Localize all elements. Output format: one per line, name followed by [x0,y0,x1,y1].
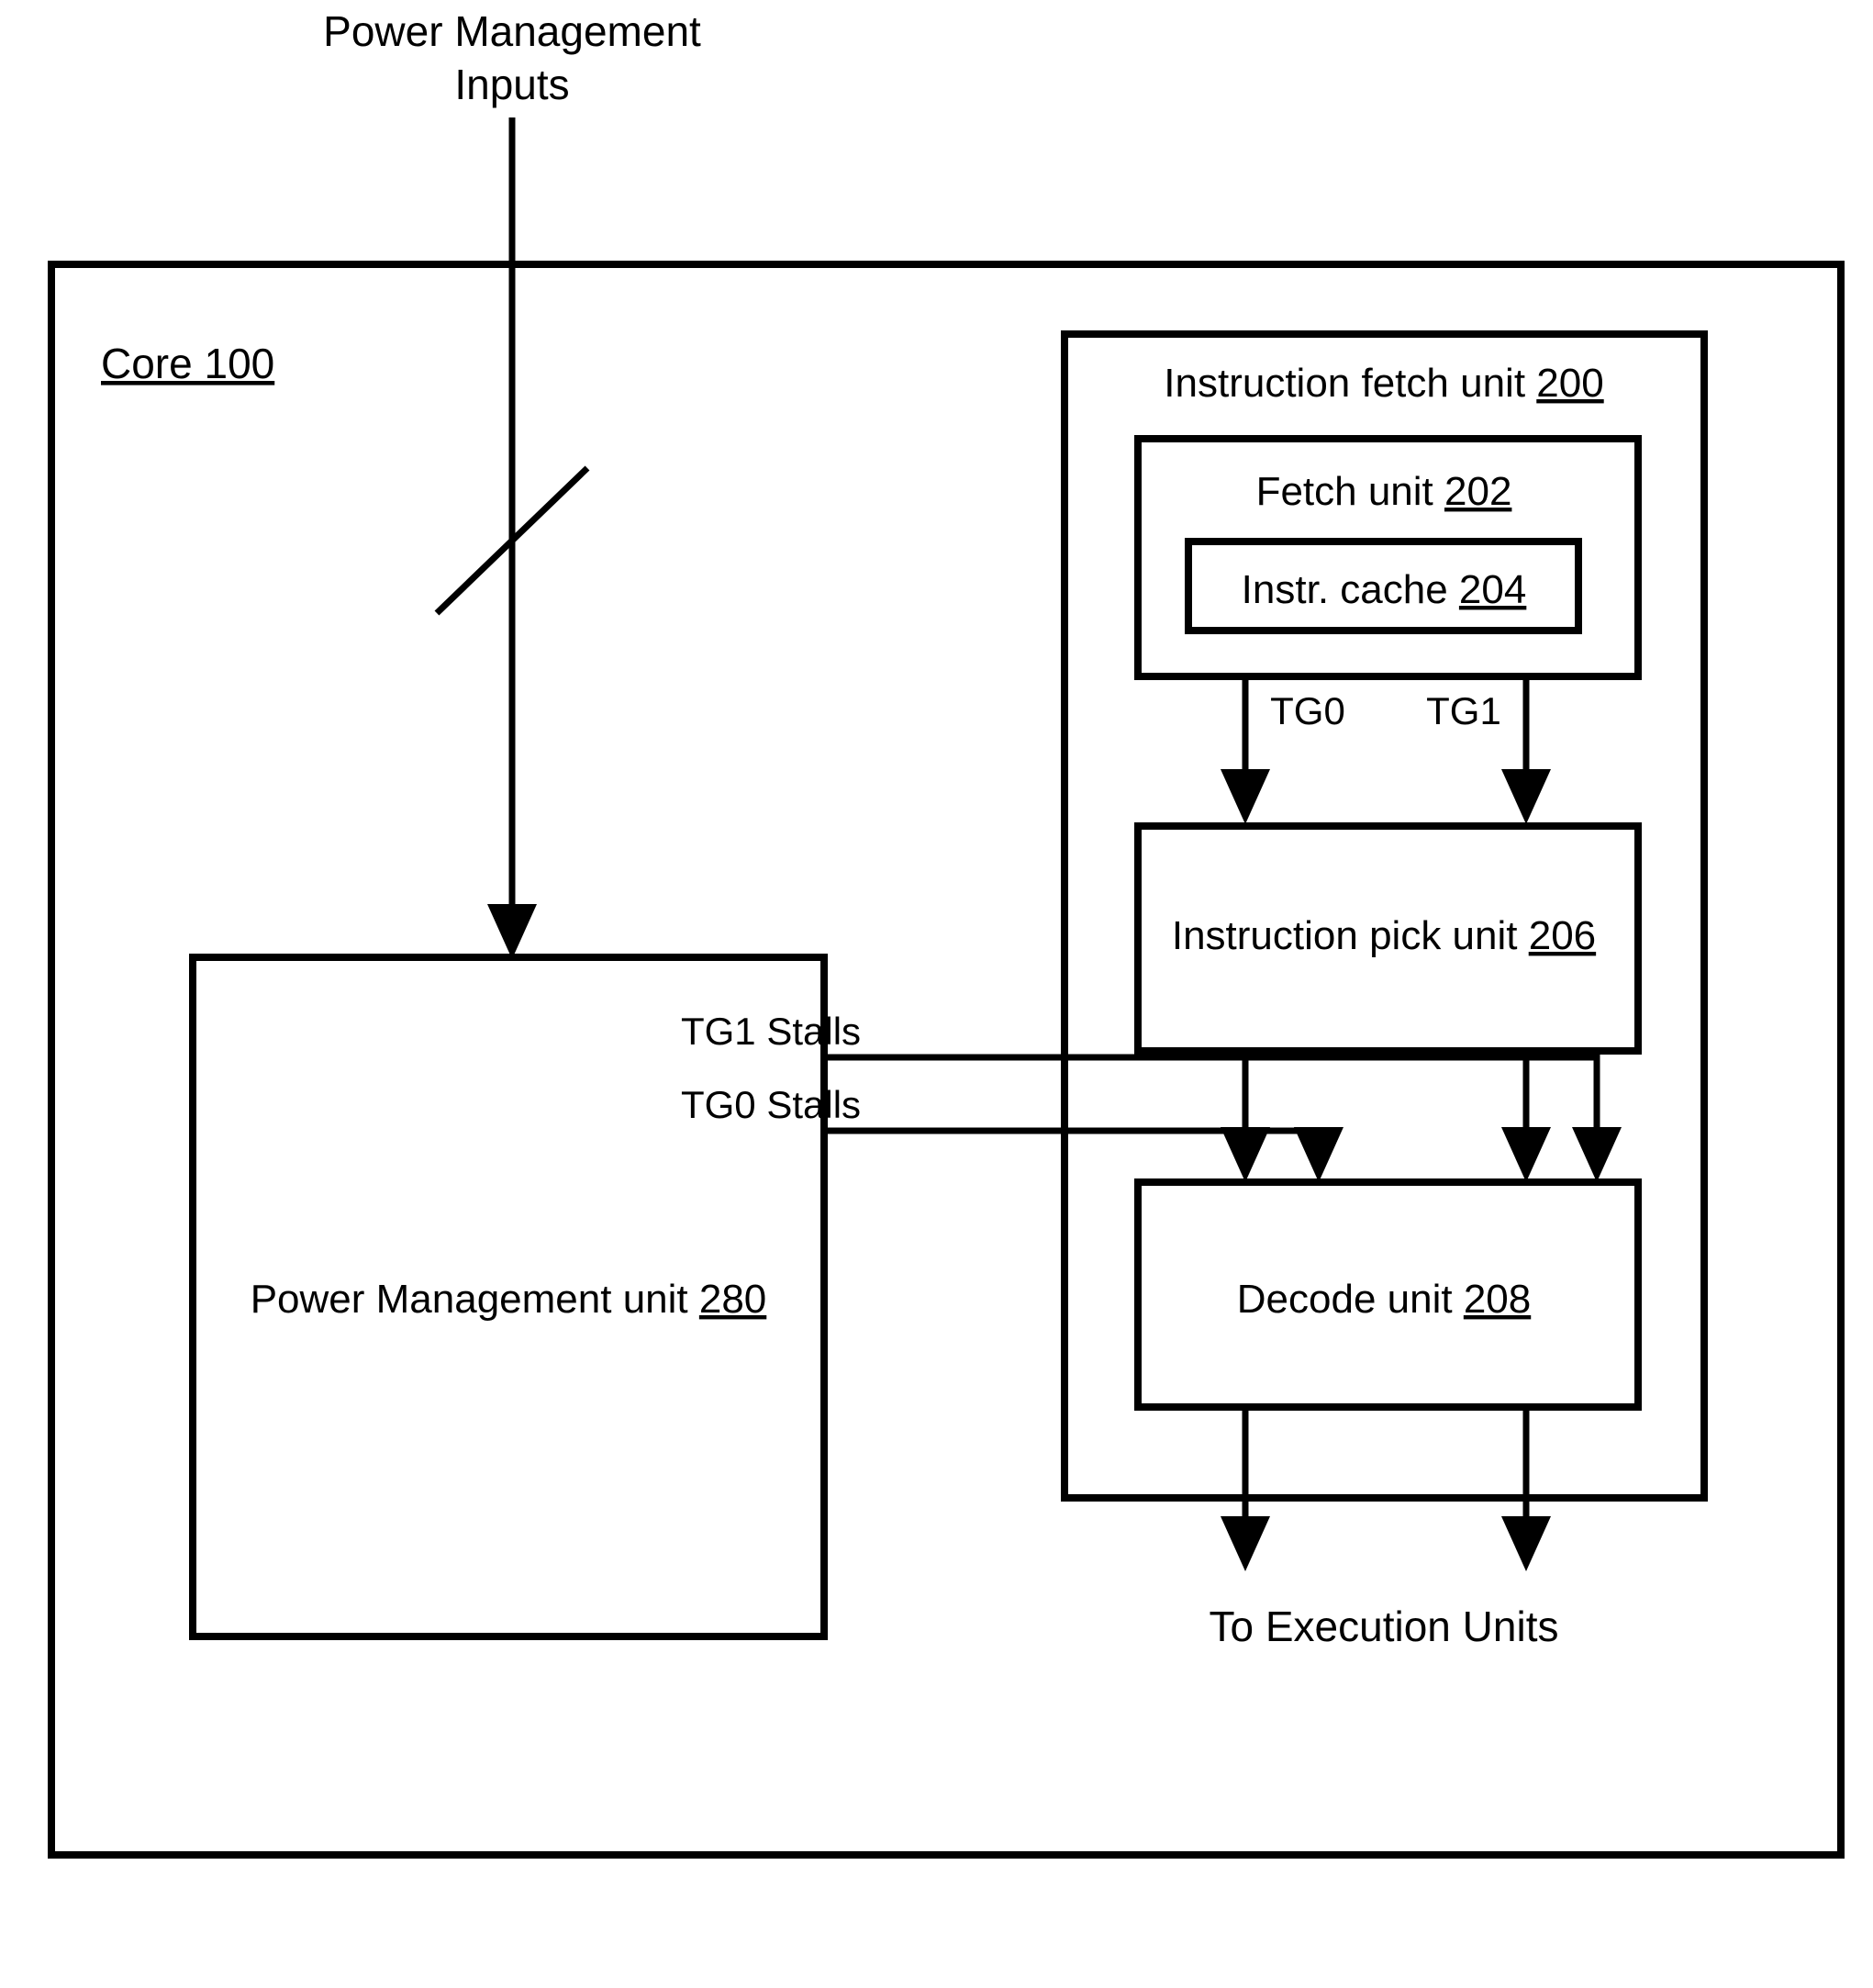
tg0-label: TG0 [1270,689,1345,732]
tg1-stalls-wire [824,1054,1622,1182]
instruction-pick-unit-ref: 206 [1529,913,1596,958]
tg1-arrowhead [1501,769,1551,824]
power-management-inputs-label-line2: Inputs [454,61,569,108]
tg1-stalls-label: TG1 Stalls [681,1010,861,1053]
fetch-unit-label: Fetch unit 202 [1256,469,1512,514]
instr-cache-label: Instr. cache 204 [1242,567,1527,612]
decode-unit-ref: 208 [1464,1277,1531,1322]
tg1-stalls-arrowhead [1572,1127,1622,1182]
instruction-fetch-unit-label: Instruction fetch unit 200 [1164,361,1603,406]
instruction-fetch-unit-label-prefix: Instruction fetch unit [1164,361,1536,406]
instruction-pick-unit-label: Instruction pick unit 206 [1172,913,1596,958]
decode-output-wire-right [1501,1407,1551,1571]
decode-output-right-arrowhead [1501,1516,1551,1571]
fetch-unit-ref: 202 [1444,469,1511,514]
power-management-inputs-label-line1: Power Management [323,7,701,55]
tg0-stalls-arrowhead [1294,1127,1343,1182]
power-management-unit-label-prefix: Power Management unit [251,1277,699,1322]
tg0-arrowhead [1221,769,1270,824]
power-management-unit-ref: 280 [699,1277,766,1322]
block-diagram: Power Management Inputs Core 100 Instruc… [48,7,1845,1859]
fetch-unit-label-prefix: Fetch unit [1256,469,1444,514]
to-execution-units-label: To Execution Units [1210,1603,1559,1650]
decode-unit-label: Decode unit 208 [1237,1277,1531,1322]
pick-to-decode-right-arrowhead [1501,1127,1551,1182]
core-box-label: Core 100 [101,340,274,387]
pick-to-decode-left-arrowhead [1221,1127,1270,1182]
decode-output-wire-left [1221,1407,1270,1571]
instr-cache-label-prefix: Instr. cache [1242,567,1459,612]
pick-to-decode-wire-left [1221,1051,1270,1182]
pick-to-decode-wire-right [1501,1051,1551,1182]
tg1-wire [1501,676,1551,824]
instr-cache-ref: 204 [1459,567,1526,612]
decode-output-left-arrowhead [1221,1516,1270,1571]
tg0-wire [1221,676,1270,824]
decode-unit-label-prefix: Decode unit [1237,1277,1464,1322]
instruction-fetch-unit-ref: 200 [1536,361,1603,406]
instruction-pick-unit-label-prefix: Instruction pick unit [1172,913,1529,958]
power-management-unit-label: Power Management unit 280 [251,1277,767,1322]
figure-root: Power Management Inputs Core 100 Instruc… [0,0,1873,1988]
tg0-stalls-label: TG0 Stalls [681,1083,861,1126]
tg1-label: TG1 [1426,689,1501,732]
power-management-input-arrowhead [487,904,537,959]
